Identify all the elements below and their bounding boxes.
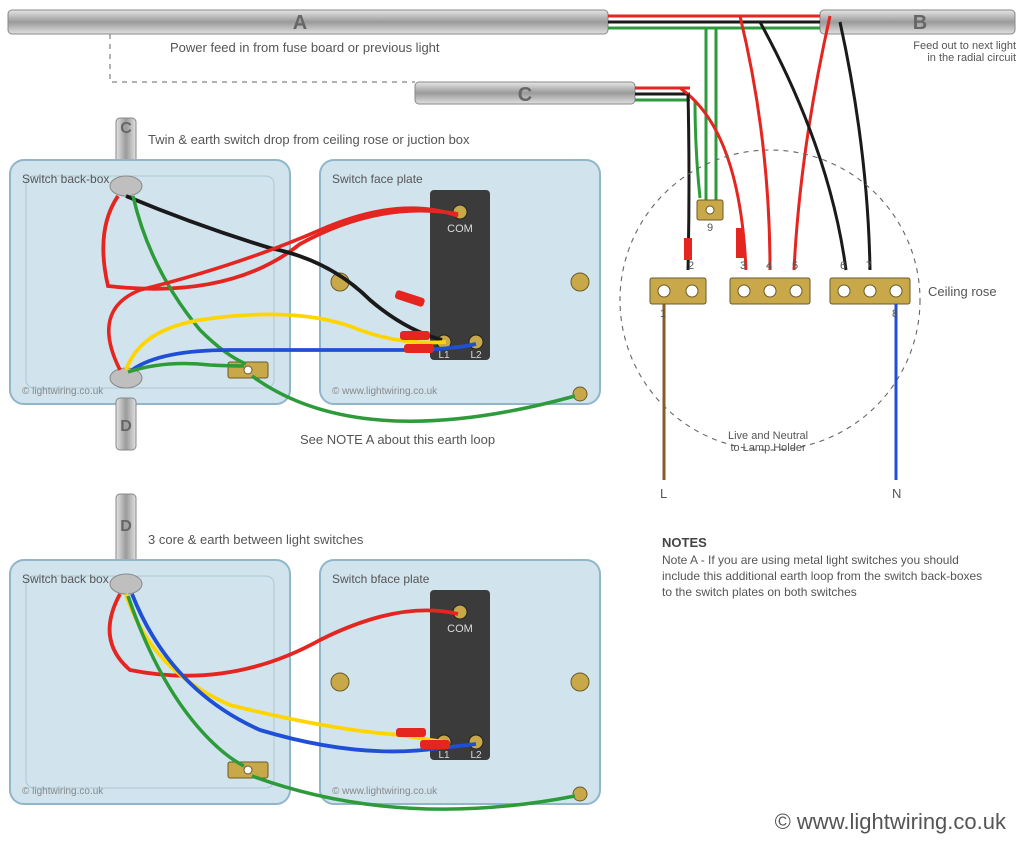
- notes-heading: NOTES: [662, 535, 707, 550]
- svg-text:COM: COM: [447, 223, 473, 235]
- red-sleeve: [684, 238, 692, 260]
- switch1-back-copy: © lightwiring.co.uk: [22, 386, 103, 397]
- cable-D-caption: 3 core & earth between light switches: [148, 532, 363, 547]
- term-2: 2: [688, 260, 694, 272]
- ceiling-rose-title: Ceiling rose: [928, 284, 997, 299]
- switch2-face-plate: [320, 560, 600, 804]
- lamp-note: Live and Neutral to Lamp Holder: [728, 430, 808, 454]
- switch2-back-box: [10, 560, 290, 804]
- term-5: 5: [792, 260, 798, 272]
- term-3: 3: [740, 260, 746, 272]
- svg-text:L1: L1: [438, 750, 450, 761]
- cable-C-side-letter: C: [115, 120, 137, 138]
- switch2-back-title: Switch back box: [22, 572, 109, 586]
- svg-text:L2: L2: [470, 350, 482, 361]
- switch2-face-copy: © www.lightwiring.co.uk: [332, 786, 437, 797]
- term-9: 9: [707, 222, 713, 234]
- footer-copyright: © www.lightwiring.co.uk: [775, 809, 1006, 835]
- svg-text:L1: L1: [438, 350, 450, 361]
- cable-A-caption: Power feed in from fuse board or previou…: [170, 40, 440, 55]
- cable-C-letter: C: [505, 84, 545, 107]
- term-8: 8: [892, 308, 898, 320]
- cable-B-caption: Feed out to next light in the radial cir…: [913, 40, 1016, 64]
- switch2-back-copy: © lightwiring.co.uk: [22, 786, 103, 797]
- term-1: 1: [660, 308, 666, 320]
- cable-B-letter: B: [900, 12, 940, 35]
- switch1-face-title: Switch face plate: [332, 172, 423, 186]
- cable-D2: D: [115, 518, 137, 536]
- label-L: L: [660, 486, 667, 501]
- switch1-back-title: Switch back-box: [22, 172, 109, 186]
- svg-text:COM: COM: [447, 623, 473, 635]
- svg-text:L2: L2: [470, 750, 482, 761]
- term-6: 6: [840, 260, 846, 272]
- term-4: 4: [766, 260, 772, 272]
- cable-C-side-caption: Twin & earth switch drop from ceiling ro…: [148, 132, 470, 147]
- switch1-face-plate: [320, 160, 600, 404]
- earth-note: See NOTE A about this earth loop: [300, 432, 495, 447]
- cable-A-letter: A: [280, 12, 320, 35]
- cable-D1: D: [115, 418, 137, 436]
- label-N: N: [892, 486, 901, 501]
- term-7: 7: [866, 260, 872, 272]
- switch1-face-copy: © www.lightwiring.co.uk: [332, 386, 437, 397]
- switch2-face-title: Switch bface plate: [332, 572, 429, 586]
- notes-body: Note A - If you are using metal light sw…: [662, 552, 992, 601]
